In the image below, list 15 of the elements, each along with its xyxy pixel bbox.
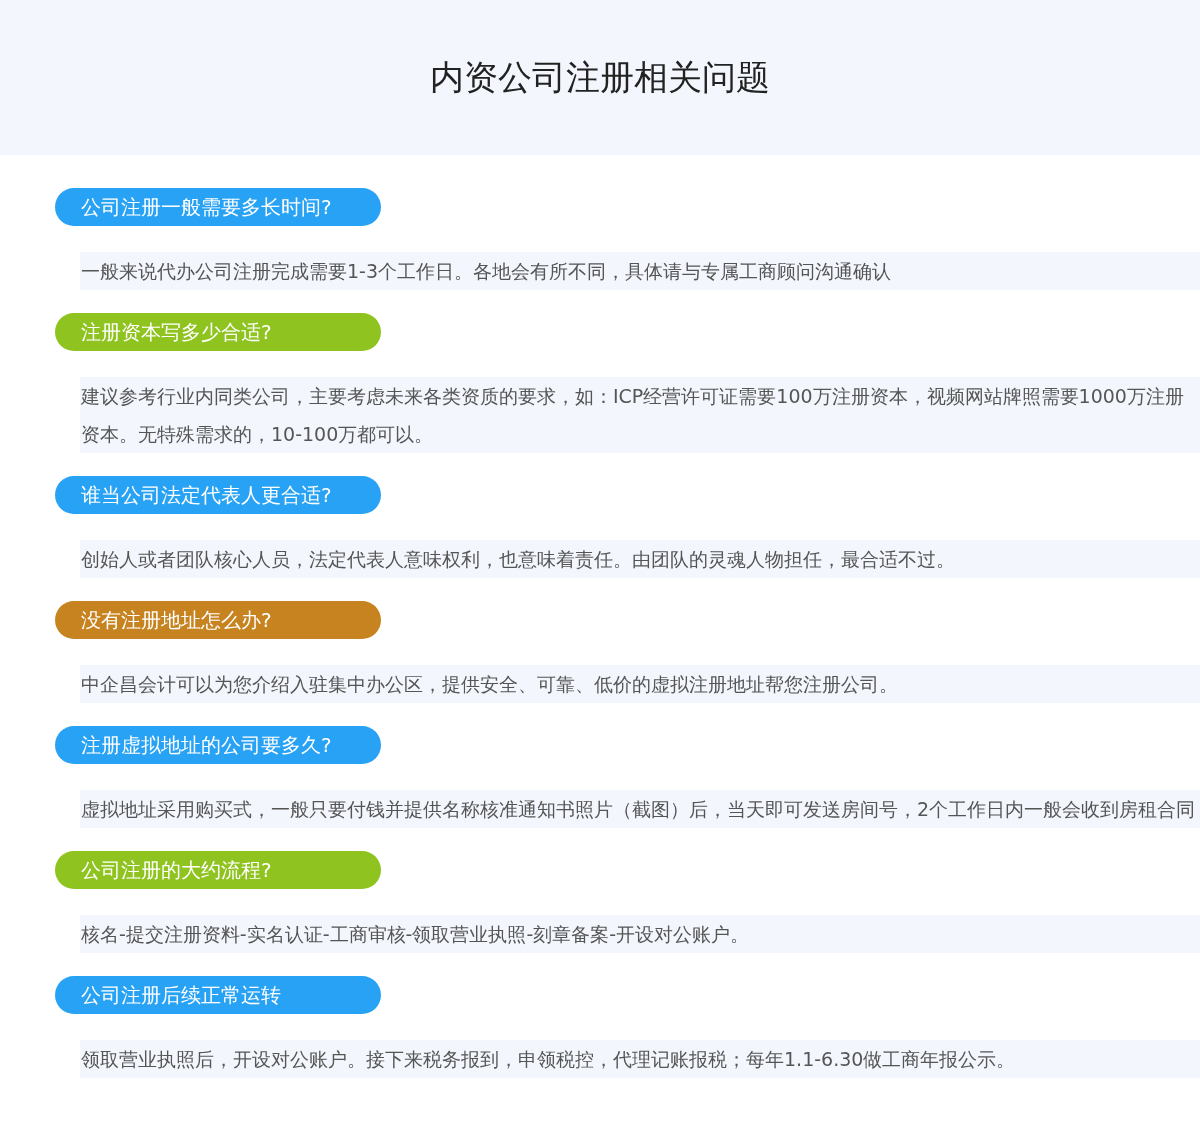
question-label: 没有注册地址怎么办?: [55, 601, 381, 639]
question-label: 谁当公司法定代表人更合适?: [55, 476, 381, 514]
question-label: 公司注册一般需要多长时间?: [55, 188, 381, 226]
answer-text: 领取营业执照后，开设对公账户。接下来税务报到，申领税控，代理记账报税；每年1.1-6.30做工商年报公示。: [80, 1040, 1200, 1078]
question-label: 注册资本写多少合适?: [55, 313, 381, 351]
answer-text: 中企昌会计可以为您介绍入驻集中办公区，提供安全、可靠、低价的虚拟注册地址帮您注册公司。: [80, 665, 1200, 703]
question-label: 注册虚拟地址的公司要多久?: [55, 726, 381, 764]
question-label: 公司注册后续正常运转: [55, 976, 381, 1014]
answer-text: 建议参考行业内同类公司，主要考虑未来各类资质的要求，如：ICP经营许可证需要100万注册资本，视频网站牌照需要1000万注册资本。无特殊需求的，10-100万都可以。: [80, 377, 1200, 453]
answer-text: 核名-提交注册资料-实名认证-工商审核-领取营业执照-刻章备案-开设对公账户。: [80, 915, 1200, 953]
question-label: 公司注册的大约流程?: [55, 851, 381, 889]
answer-text: 虚拟地址采用购买式，一般只要付钱并提供名称核准通知书照片（截图）后，当天即可发送房间号，2个工作日内一般会收到房租合同: [80, 790, 1200, 828]
answer-text: 创始人或者团队核心人员，法定代表人意味权利，也意味着责任。由团队的灵魂人物担任，最合适不过。: [80, 540, 1200, 578]
answer-text: 一般来说代办公司注册完成需要1-3个工作日。各地会有所不同，具体请与专属工商顾问沟通确认: [80, 252, 1200, 290]
page-title: 内资公司注册相关问题: [430, 55, 770, 99]
